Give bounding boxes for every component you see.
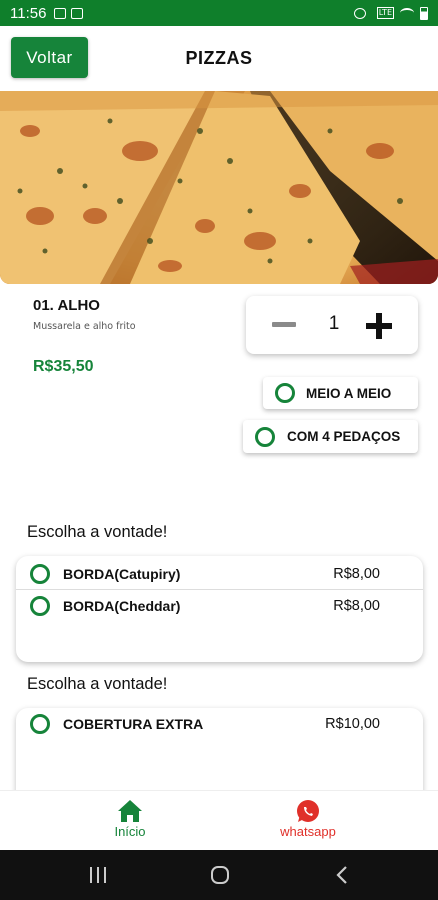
extras-card-1: BORDA(Catupiry) R$8,00 BORDA(Cheddar) R$… [16,556,423,662]
extras-title-1: Escolha a vontade! [27,523,168,541]
status-icons: LTE [353,6,428,20]
quantity-stepper: 1 [246,296,418,354]
page-title: PIZZAS [185,48,253,68]
four-pieces-option[interactable]: COM 4 PEDAÇOS [243,420,418,453]
nav-home-label: Início [114,824,146,839]
extra-item-label: BORDA(Cheddar) [63,598,181,614]
extra-item-cobertura-extra[interactable]: COBERTURA EXTRA R$10,00 [16,708,423,740]
home-icon [118,800,142,822]
sd-card-icon [71,7,84,19]
screen: 11:56 LTE Voltar PIZZAS 01. ALHO Mussare… [0,0,438,900]
plus-icon[interactable] [366,313,392,339]
status-time: 11:56 [10,4,47,22]
nav-whatsapp-label: whatsapp [280,824,336,839]
extra-item-price: R$8,00 [333,598,380,614]
radio-icon [30,564,50,584]
system-nav-bar [0,850,438,900]
nav-home[interactable]: Início [95,791,165,851]
lte-icon: LTE [376,7,394,19]
radio-icon [275,383,295,403]
extra-item-borda-catupiry[interactable]: BORDA(Catupiry) R$8,00 [16,558,423,590]
recents-icon[interactable] [89,865,107,885]
product-image [0,91,438,284]
minus-icon[interactable] [272,322,296,327]
half-half-label: MEIO A MEIO [306,385,392,401]
whatsapp-icon [297,800,319,822]
product-name: 01. ALHO [33,297,100,314]
gallery-icon [54,7,67,19]
app-header: Voltar PIZZAS [0,26,438,90]
extra-item-price: R$8,00 [333,566,380,582]
extra-item-label: BORDA(Catupiry) [63,566,181,582]
battery-icon [420,6,428,20]
alarm-icon [353,7,366,19]
quantity-value: 1 [328,313,340,334]
status-bar: 11:56 LTE [0,0,438,26]
extra-item-borda-cheddar[interactable]: BORDA(Cheddar) R$8,00 [16,590,423,622]
extra-item-label: COBERTURA EXTRA [63,716,204,732]
half-half-option[interactable]: MEIO A MEIO [263,377,418,409]
four-pieces-label: COM 4 PEDAÇOS [287,429,401,444]
radio-icon [30,714,50,734]
home-circle-icon[interactable] [210,865,230,885]
bottom-nav: Início whatsapp [0,790,438,850]
nav-whatsapp[interactable]: whatsapp [268,791,348,851]
product-price: R$35,50 [33,358,94,375]
extras-title-2: Escolha a vontade! [27,675,168,693]
radio-icon [30,596,50,616]
product-description: Mussarela e alho frito [33,321,136,332]
extra-item-price: R$10,00 [325,716,380,732]
back-icon[interactable] [334,865,350,885]
radio-icon [255,426,275,447]
wifi-icon [400,8,414,18]
